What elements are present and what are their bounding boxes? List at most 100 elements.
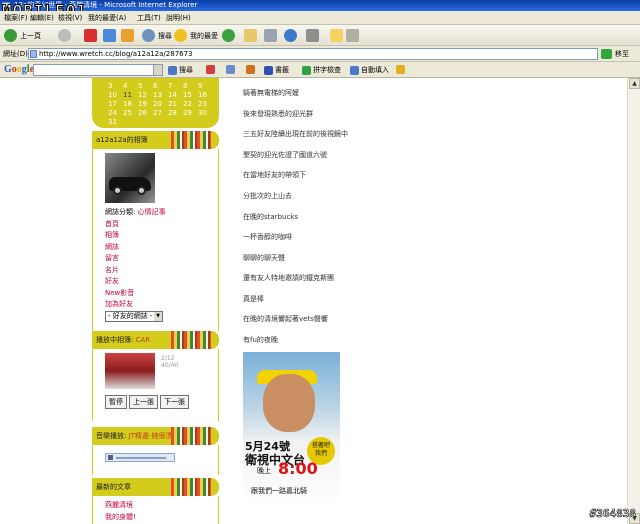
google-search-input[interactable] [33,64,163,76]
pagerank-button[interactable] [246,65,257,74]
menu-view[interactable]: 檢視(V) [58,13,82,23]
block-icon [206,65,215,74]
next-button[interactable]: 下一張 [160,395,189,409]
menu-tools[interactable]: 工具(T) [137,13,161,23]
category-link[interactable]: 心情記事 [138,208,166,216]
go-arrow-icon [601,49,612,59]
post-line: 在晚的清境響起著vets聲響 [243,315,328,323]
album-player-box: 播放中相簿: CAR 2/12 40/40 暫停 上一張 下一張 [92,331,219,421]
profile-box-body: 網誌分類: 心情記事 首頁 相簿 網誌 留言 名片 好友 New影音 加為好友 … [92,149,219,333]
stop-button[interactable] [84,28,97,43]
recent-post-link[interactable]: 我的身體! [105,512,206,524]
go-button[interactable]: 移至 [601,48,629,60]
profile-link-friends[interactable]: 好友 [105,276,206,288]
star-icon [264,65,273,75]
profile-link-add-friend[interactable]: 加為好友 [105,299,206,311]
back-arrow-icon [4,29,17,42]
print-button[interactable] [264,28,277,43]
history-button[interactable] [222,28,235,43]
home-icon [121,29,134,42]
profile-link-blog[interactable]: 網誌 [105,242,206,254]
profile-link-home[interactable]: 首頁 [105,219,206,231]
wrench-icon [396,65,405,74]
edit-icon [306,29,319,42]
play-icon[interactable] [108,455,113,460]
menu-favorites[interactable]: 我的最愛(A) [88,13,126,23]
recent-posts-box: 最新的文章 燕麗清境 我的身體! [92,478,219,524]
album-thumbnail[interactable]: 2/12 40/40 [105,353,178,389]
post-line: 有fu的夜晚 [243,336,278,344]
calendar-row: 10 11 12 13 14 15 16 [108,91,207,99]
google-search-button[interactable]: 搜尋 [168,65,193,75]
profile-box: a12a12a的相簿 網誌分類: 心情記事 首頁 相簿 網誌 留言 名片 好友 … [92,131,219,333]
stripe-decoration [171,478,211,496]
menu-bar: 檔案(F) 編輯(E) 檢視(V) 我的最愛(A) 工具(T) 說明(H) [0,11,640,25]
search-icon [168,65,177,75]
stripe-decoration [171,331,211,349]
post-line: 真是棒 [243,295,264,303]
google-toolbar: Google 搜尋 書籤 拼字檢查 自動填入 [0,62,640,78]
profile-link-album[interactable]: 相簿 [105,230,206,242]
google-logo[interactable]: Google [4,64,34,75]
refresh-icon [103,29,116,42]
profile-link-card[interactable]: 名片 [105,265,206,277]
profile-link-guestbook[interactable]: 留言 [105,253,206,265]
gear-icon [226,65,235,74]
tools-button[interactable] [346,28,359,43]
bookmarks-button[interactable]: 書籤 [264,65,289,75]
post-line: 三五好友陸續出現在前的後視鏡中 [243,130,348,138]
recent-posts-header: 最新的文章 [92,478,219,496]
address-label: 網址(D) [3,50,28,58]
poster-tagline: 跟我們一路嘉北騎 [251,487,307,495]
stripe-decoration [171,427,211,445]
folder-icon [330,29,343,42]
autofill-button[interactable]: 自動填入 [350,65,389,75]
window-title-bar: 12a的奇幻世界 - 燕麗清境 - Microsoft Internet Exp… [0,0,640,11]
options-button[interactable] [226,65,237,74]
poster-face-shape [263,374,315,432]
edit-button[interactable] [306,28,319,43]
favorites-button[interactable]: 我的最愛 [174,28,218,43]
mail-button[interactable] [244,28,257,43]
calendar-widget: 3456789 10 11 12 13 14 15 16 17 18 19 20 21 22 23 24… [92,78,219,128]
tools-icon [346,29,359,42]
scroll-up-icon[interactable]: ▲ [629,78,640,89]
album-player-body: 2/12 40/40 暫停 上一張 下一張 [92,349,219,421]
check-icon [302,65,311,75]
menu-file[interactable]: 檔案(F) [4,13,28,23]
avatar[interactable] [105,153,155,203]
vertical-scrollbar[interactable]: ▲ ▼ [627,78,640,524]
pagerank-icon [246,65,255,74]
friends-blog-select[interactable]: - 好友的網誌 - ▼ [105,310,163,322]
prev-button[interactable]: 上一張 [129,395,158,409]
refresh-button[interactable] [103,28,116,43]
mail-icon [244,29,257,42]
promo-poster-image[interactable]: 搭著吧 我們 5月24號 衛視中文台 晚上 8:00 跟我們一路嘉北騎 [243,352,340,504]
spell-check-button[interactable]: 拼字檢查 [302,65,341,75]
calendar-row: 17 18 19 20 21 22 23 [108,100,207,108]
audio-player-bar[interactable] [105,453,175,462]
poster-evening: 晚上 [257,467,271,475]
google-settings-button[interactable] [396,65,407,74]
post-line: 分批次的上山去 [243,192,292,200]
post-line: 後來發現熟悉的迎光群 [243,110,313,118]
profile-box-header: a12a12a的相簿 [92,131,219,149]
menu-help[interactable]: 說明(H) [166,13,191,23]
menu-edit[interactable]: 編輯(E) [30,13,54,23]
home-button[interactable] [121,28,134,43]
chevron-down-icon: ▼ [154,311,162,321]
profile-link-video[interactable]: New影音 [105,288,206,300]
address-input[interactable]: http://www.wretch.cc/blog/a12a12a/287673 [28,48,598,60]
folder-button[interactable] [330,28,343,43]
recent-post-link[interactable]: 燕麗清境 [105,500,206,512]
forward-button[interactable] [58,28,71,43]
search-button[interactable]: 搜尋 [142,28,172,43]
post-line: 在晚的starbucks [243,213,298,221]
seek-slider[interactable] [116,457,166,459]
pause-button[interactable]: 暫停 [105,395,127,409]
chevron-down-icon[interactable] [153,65,162,75]
messenger-button[interactable] [284,28,297,43]
popup-blocker-button[interactable] [206,65,217,74]
back-button[interactable]: 上一頁 [4,28,41,43]
music-player-body [92,445,219,475]
